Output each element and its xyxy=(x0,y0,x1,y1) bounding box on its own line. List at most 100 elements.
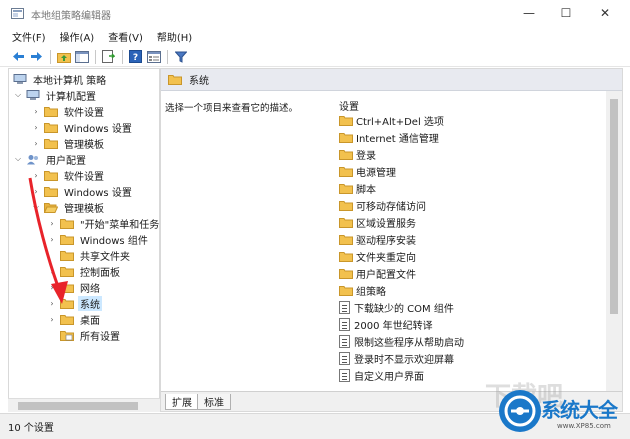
tree-item-shared-folders[interactable]: 共享文件夹 xyxy=(60,247,132,263)
chevron-right-icon[interactable]: › xyxy=(47,283,57,292)
chevron-right-icon[interactable]: › xyxy=(31,171,41,180)
list-item-policy[interactable]: 下载缺少的 COM 组件 xyxy=(339,299,454,316)
tree-item-user-admin[interactable]: ⌵ 管理模板 xyxy=(31,199,106,215)
tree-label: 所有设置 xyxy=(80,331,120,343)
tree-label: 软件设置 xyxy=(64,107,104,119)
menu-help[interactable]: 帮助(H) xyxy=(157,29,192,44)
properties-button[interactable] xyxy=(146,49,161,64)
export-list-icon xyxy=(102,50,115,63)
watermark-brand: 系统大全 xyxy=(541,398,618,422)
tree-item-user-config[interactable]: ⌵ 用户配置 xyxy=(13,151,88,167)
list-item-folder[interactable]: 用户配置文件 xyxy=(339,265,416,282)
console-tree[interactable]: 本地计算机 策略 ⌵ 计算机配置 › 软件设置 › Windows 设置 › 管… xyxy=(8,68,160,412)
computer-config-icon xyxy=(26,89,40,100)
scrollbar-thumb[interactable] xyxy=(610,99,618,314)
folder-icon xyxy=(339,235,353,245)
chevron-right-icon[interactable]: › xyxy=(31,107,41,116)
list-item-folder[interactable]: Ctrl+Alt+Del 选项 xyxy=(339,112,444,129)
tree-item-computer-config[interactable]: ⌵ 计算机配置 xyxy=(13,87,98,103)
show-hide-tree-button[interactable] xyxy=(74,49,89,64)
forward-button[interactable] xyxy=(29,49,44,64)
list-item-policy[interactable]: 自定义用户界面 xyxy=(339,367,424,384)
list-item-folder[interactable]: 登录 xyxy=(339,146,376,163)
title-bar: 本地组策略编辑器 — ☐ ✕ xyxy=(0,0,630,26)
watermark-badge: 下载吧 系统大全 www.XP85.com xyxy=(485,382,630,439)
list-item-label: Ctrl+Alt+Del 选项 xyxy=(356,117,444,128)
list-item-folder[interactable]: 可移动存储访问 xyxy=(339,197,426,214)
back-button[interactable] xyxy=(11,49,26,64)
list-item-folder[interactable]: 脚本 xyxy=(339,180,376,197)
menu-file[interactable]: 文件(F) xyxy=(12,29,46,44)
list-item-label: 下载缺少的 COM 组件 xyxy=(354,304,454,315)
list-item-folder[interactable]: 驱动程序安装 xyxy=(339,231,416,248)
tree-item-control-panel[interactable]: › 控制面板 xyxy=(47,263,122,279)
list-item-policy[interactable]: 登录时不显示欢迎屏幕 xyxy=(339,350,454,367)
filter-button[interactable] xyxy=(173,49,188,64)
folder-icon xyxy=(44,138,58,149)
folder-icon xyxy=(339,184,353,194)
tree-item-computer-admin[interactable]: › 管理模板 xyxy=(31,135,106,151)
tree-item-network[interactable]: › 网络 xyxy=(47,279,102,295)
chevron-down-icon[interactable]: ⌵ xyxy=(31,202,41,212)
tree-label: Windows 设置 xyxy=(64,187,132,199)
list-item-folder[interactable]: 区域设置服务 xyxy=(339,214,416,231)
tree-item-system[interactable]: › 系统 xyxy=(47,295,102,311)
watermark-logo-icon xyxy=(499,390,541,432)
help-button[interactable]: ? xyxy=(128,49,143,64)
tree-item-user-software[interactable]: › 软件设置 xyxy=(31,167,106,183)
chevron-right-icon[interactable]: › xyxy=(31,187,41,196)
chevron-right-icon[interactable]: › xyxy=(47,235,57,244)
list-item-folder[interactable]: 文件夹重定向 xyxy=(339,248,416,265)
svg-text:?: ? xyxy=(133,53,138,63)
chevron-down-icon[interactable]: ⌵ xyxy=(13,154,23,164)
properties-icon xyxy=(146,50,161,63)
description-text: 选择一个项目来查看它的描述。 xyxy=(165,103,299,114)
chevron-right-icon[interactable]: › xyxy=(47,299,57,308)
details-header: 系统 xyxy=(161,69,622,91)
tree-item-windows-components[interactable]: › Windows 组件 xyxy=(47,231,150,247)
column-header-setting[interactable]: 设置 xyxy=(339,98,359,113)
tree-item-desktop[interactable]: › 桌面 xyxy=(47,311,102,327)
list-item-label: 限制这些程序从帮助启动 xyxy=(354,338,464,349)
minimize-button[interactable]: — xyxy=(512,0,546,26)
folder-open-icon xyxy=(44,202,58,213)
details-vertical-scrollbar[interactable] xyxy=(606,91,622,391)
folder-icon xyxy=(44,122,58,133)
tab-standard[interactable]: 标准 xyxy=(197,394,231,410)
tree-label: 用户配置 xyxy=(46,155,86,167)
tab-extended[interactable]: 扩展 xyxy=(165,394,199,410)
tree-item-computer-software[interactable]: › 软件设置 xyxy=(31,103,106,119)
chevron-right-icon[interactable]: › xyxy=(31,139,41,148)
chevron-right-icon[interactable]: › xyxy=(31,123,41,132)
list-item-label: 自定义用户界面 xyxy=(354,372,424,383)
tree-item-computer-windows[interactable]: › Windows 设置 xyxy=(31,119,134,135)
menu-view[interactable]: 查看(V) xyxy=(108,29,143,44)
list-item-policy[interactable]: 2000 年世纪转译 xyxy=(339,316,433,333)
menu-action[interactable]: 操作(A) xyxy=(60,29,95,44)
tree-item-all-settings[interactable]: 所有设置 xyxy=(60,327,122,343)
scrollbar-thumb[interactable] xyxy=(18,402,138,410)
list-item-label: 文件夹重定向 xyxy=(356,253,416,264)
list-item-folder[interactable]: 电源管理 xyxy=(339,163,396,180)
chevron-down-icon[interactable]: ⌵ xyxy=(13,90,23,100)
tree-item-user-windows[interactable]: › Windows 设置 xyxy=(31,183,134,199)
tree-label: 计算机配置 xyxy=(46,91,96,103)
up-folder-button[interactable] xyxy=(56,49,71,64)
tree-item-root[interactable]: 本地计算机 策略 xyxy=(13,71,108,87)
tree-horizontal-scrollbar[interactable] xyxy=(8,398,160,412)
list-item-policy[interactable]: 限制这些程序从帮助启动 xyxy=(339,333,464,350)
close-button[interactable]: ✕ xyxy=(588,0,622,26)
tree-item-start-menu[interactable]: › "开始"菜单和任务栏 xyxy=(47,215,159,231)
folder-icon xyxy=(60,250,74,261)
list-item-label: 登录时不显示欢迎屏幕 xyxy=(354,355,454,366)
chevron-right-icon[interactable]: › xyxy=(47,315,57,324)
chevron-right-icon[interactable]: › xyxy=(47,267,57,276)
list-item-folder[interactable]: 组策略 xyxy=(339,282,386,299)
list-item-folder[interactable]: Internet 通信管理 xyxy=(339,129,439,146)
tree-label: 系统 xyxy=(78,295,102,311)
details-pane: 系统 选择一个项目来查看它的描述。 设置 Ctrl+Alt+Del 选项 Inte… xyxy=(160,68,623,412)
chevron-right-icon[interactable]: › xyxy=(47,219,57,228)
maximize-button[interactable]: ☐ xyxy=(549,0,583,26)
folder-icon xyxy=(339,269,353,279)
export-list-button[interactable] xyxy=(101,49,116,64)
